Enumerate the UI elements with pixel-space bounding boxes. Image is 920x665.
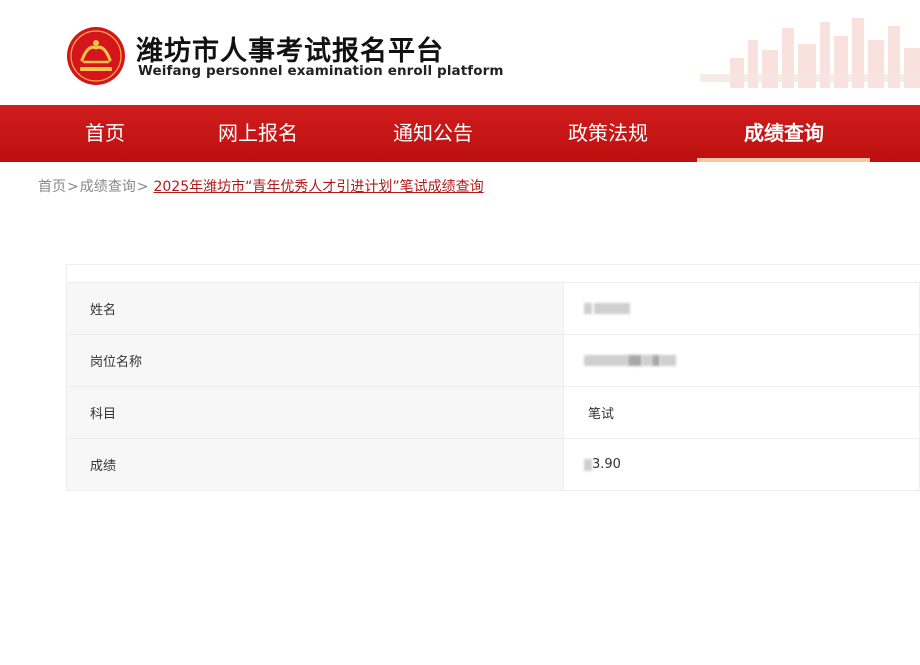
table-row-position: 岗位名称 bbox=[66, 334, 920, 387]
breadcrumb: 首页>成绩查询> 2025年潍坊市“青年优秀人才引进计划”笔试成绩查询 bbox=[38, 176, 484, 196]
site-subtitle: Weifang personnel examination enroll pla… bbox=[138, 63, 504, 79]
main-nav: 首页 网上报名 通知公告 政策法规 成绩查询 bbox=[0, 105, 920, 162]
redacted-position-part bbox=[652, 355, 660, 366]
table-row-subject: 科目 笔试 bbox=[66, 386, 920, 439]
row-label-subject: 科目 bbox=[66, 386, 564, 439]
redacted-score-digit bbox=[584, 458, 592, 471]
row-label-position: 岗位名称 bbox=[66, 334, 564, 387]
breadcrumb-current-page[interactable]: 2025年潍坊市“青年优秀人才引进计划”笔试成绩查询 bbox=[153, 179, 483, 195]
row-value-score: 3.90 bbox=[592, 457, 621, 472]
breadcrumb-separator: > bbox=[136, 179, 149, 195]
redacted-position-part bbox=[642, 355, 652, 366]
nav-item-announcements[interactable]: 通知公告 bbox=[385, 105, 481, 162]
redacted-name-part bbox=[584, 303, 592, 314]
breadcrumb-separator: > bbox=[67, 179, 79, 195]
nav-item-policies[interactable]: 政策法规 bbox=[560, 105, 656, 162]
row-value-position bbox=[563, 334, 920, 387]
nav-active-indicator bbox=[697, 158, 870, 162]
emblem-logo-icon[interactable] bbox=[66, 26, 126, 86]
site-header: 潍坊市人事考试报名平台 Weifang personnel examinatio… bbox=[0, 0, 920, 105]
redacted-name bbox=[594, 303, 630, 314]
city-skyline-decoration bbox=[700, 0, 920, 105]
breadcrumb-section-link[interactable]: 成绩查询 bbox=[80, 179, 136, 195]
row-value-subject: 笔试 bbox=[563, 386, 920, 439]
breadcrumb-home-link[interactable]: 首页 bbox=[38, 179, 66, 195]
row-value-name bbox=[563, 282, 920, 335]
score-result-table: 姓名 岗位名称 科目 笔试 成绩 3.90 bbox=[66, 264, 920, 491]
row-label-name: 姓名 bbox=[66, 282, 564, 335]
table-row-score: 成绩 3.90 bbox=[66, 438, 920, 491]
score-table: 姓名 岗位名称 科目 笔试 成绩 3.90 bbox=[66, 282, 920, 491]
nav-item-home[interactable]: 首页 bbox=[76, 105, 134, 162]
nav-item-online-registration[interactable]: 网上报名 bbox=[210, 105, 306, 162]
nav-item-score-query[interactable]: 成绩查询 bbox=[736, 105, 832, 162]
redacted-position-part bbox=[584, 355, 628, 366]
redacted-position-part bbox=[628, 355, 642, 366]
row-label-score: 成绩 bbox=[66, 438, 564, 491]
table-row-name: 姓名 bbox=[66, 282, 920, 335]
table-top-strip bbox=[66, 265, 920, 282]
redacted-position-part bbox=[660, 355, 676, 366]
row-value-score-cell: 3.90 bbox=[563, 438, 920, 491]
